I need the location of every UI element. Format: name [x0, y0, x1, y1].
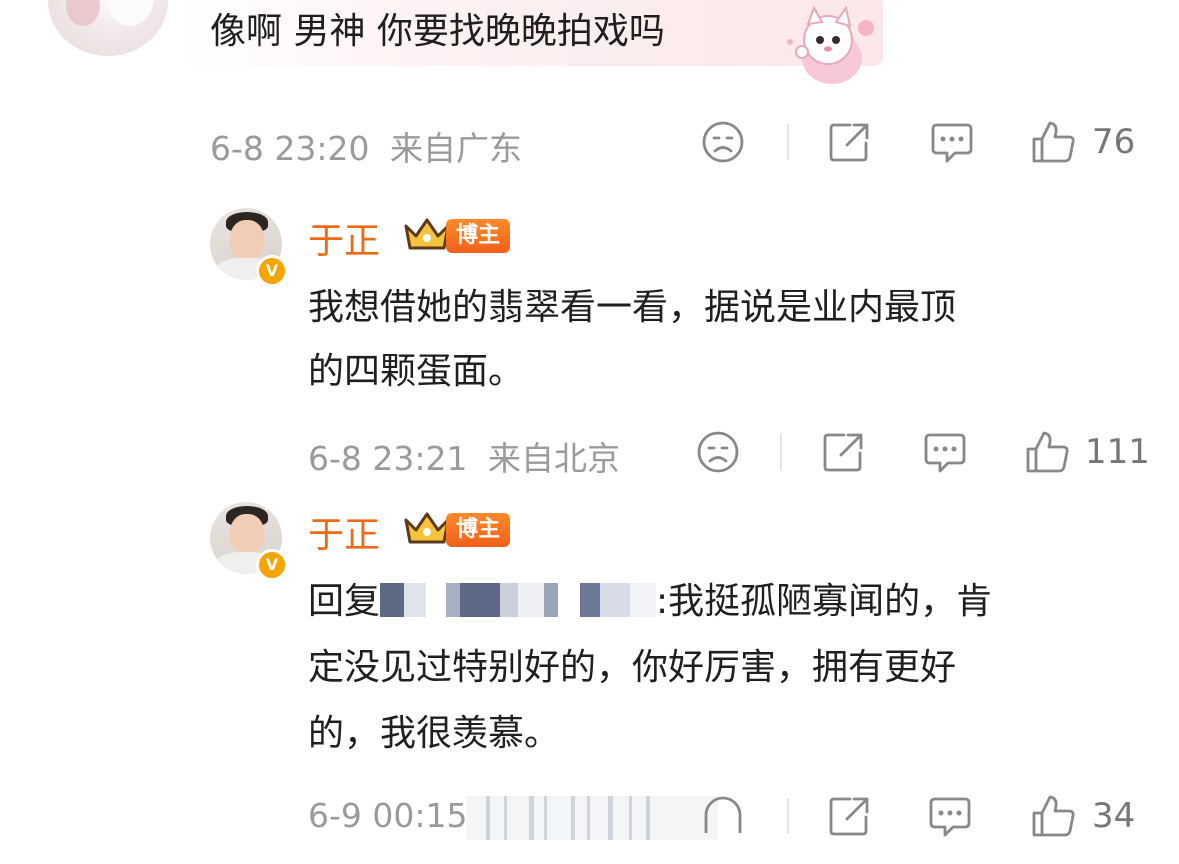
reply-text: :我挺孤陋寡闻的，肯	[656, 581, 993, 622]
owner-badge: 博主	[446, 219, 511, 253]
crown-icon	[404, 512, 450, 544]
comment-time: 6-8 23:21	[308, 439, 468, 478]
comment-text-line: 定没见过特别好的，你好厉害，拥有更好	[308, 647, 957, 688]
divider	[787, 798, 789, 834]
cat-sticker-icon	[787, 5, 874, 84]
avatar-face	[230, 514, 264, 554]
comment-icon[interactable]	[927, 793, 973, 839]
comment-text: 像啊 男神 你要找晚晚拍戏吗	[210, 11, 665, 52]
comment-location: 来自广东	[390, 129, 522, 168]
author-name[interactable]: 于正	[308, 212, 380, 264]
avatar-face	[230, 220, 264, 260]
share-icon[interactable]	[826, 119, 872, 165]
dislike-face-icon[interactable]	[700, 119, 746, 165]
avatar-paw	[66, 0, 100, 26]
comment-icon[interactable]	[922, 429, 968, 475]
like-count: 76	[1092, 122, 1136, 162]
verified-badge: V	[256, 549, 288, 581]
comment-text-line: 我想借她的翡翠看一看，据说是业内最顶	[308, 287, 957, 328]
comment-meta: 6-9 00:15	[308, 796, 468, 835]
avatar-fluff	[106, 0, 154, 26]
reply-prefix: 回复	[308, 581, 381, 622]
pixelated-username	[380, 583, 657, 617]
comment-time: 6-9 00:15	[308, 796, 468, 835]
thumbs-up-icon[interactable]	[1030, 119, 1076, 165]
comment-meta: 6-8 23:20 来自广东	[210, 122, 522, 170]
comment-text-line: 的，我很羡慕。	[308, 713, 561, 754]
reply-line: 回复 :我挺孤陋寡闻的，肯	[308, 580, 992, 624]
share-icon[interactable]	[826, 793, 872, 839]
crown-icon	[404, 218, 450, 250]
author-name[interactable]: 于正	[308, 506, 380, 558]
comment-text-line: 的四颗蛋面。	[308, 351, 525, 392]
avatar[interactable]	[48, 0, 168, 56]
dislike-face-icon[interactable]	[695, 429, 741, 475]
comment-time: 6-8 23:20	[210, 129, 370, 168]
divider	[787, 124, 789, 160]
dislike-face-icon[interactable]	[700, 793, 746, 839]
owner-badge: 博主	[446, 513, 511, 547]
share-icon[interactable]	[820, 429, 866, 475]
divider	[780, 434, 782, 470]
like-count: 34	[1092, 796, 1136, 836]
pixelated-location	[466, 796, 718, 840]
thumbs-up-icon[interactable]	[1024, 429, 1070, 475]
comment-icon[interactable]	[929, 119, 975, 165]
comment-meta: 6-8 23:21 来自北京	[308, 432, 620, 480]
thumbs-up-icon[interactable]	[1030, 793, 1076, 839]
like-count: 111	[1085, 432, 1150, 472]
verified-badge: V	[256, 255, 288, 287]
comment-location: 来自北京	[488, 439, 620, 478]
